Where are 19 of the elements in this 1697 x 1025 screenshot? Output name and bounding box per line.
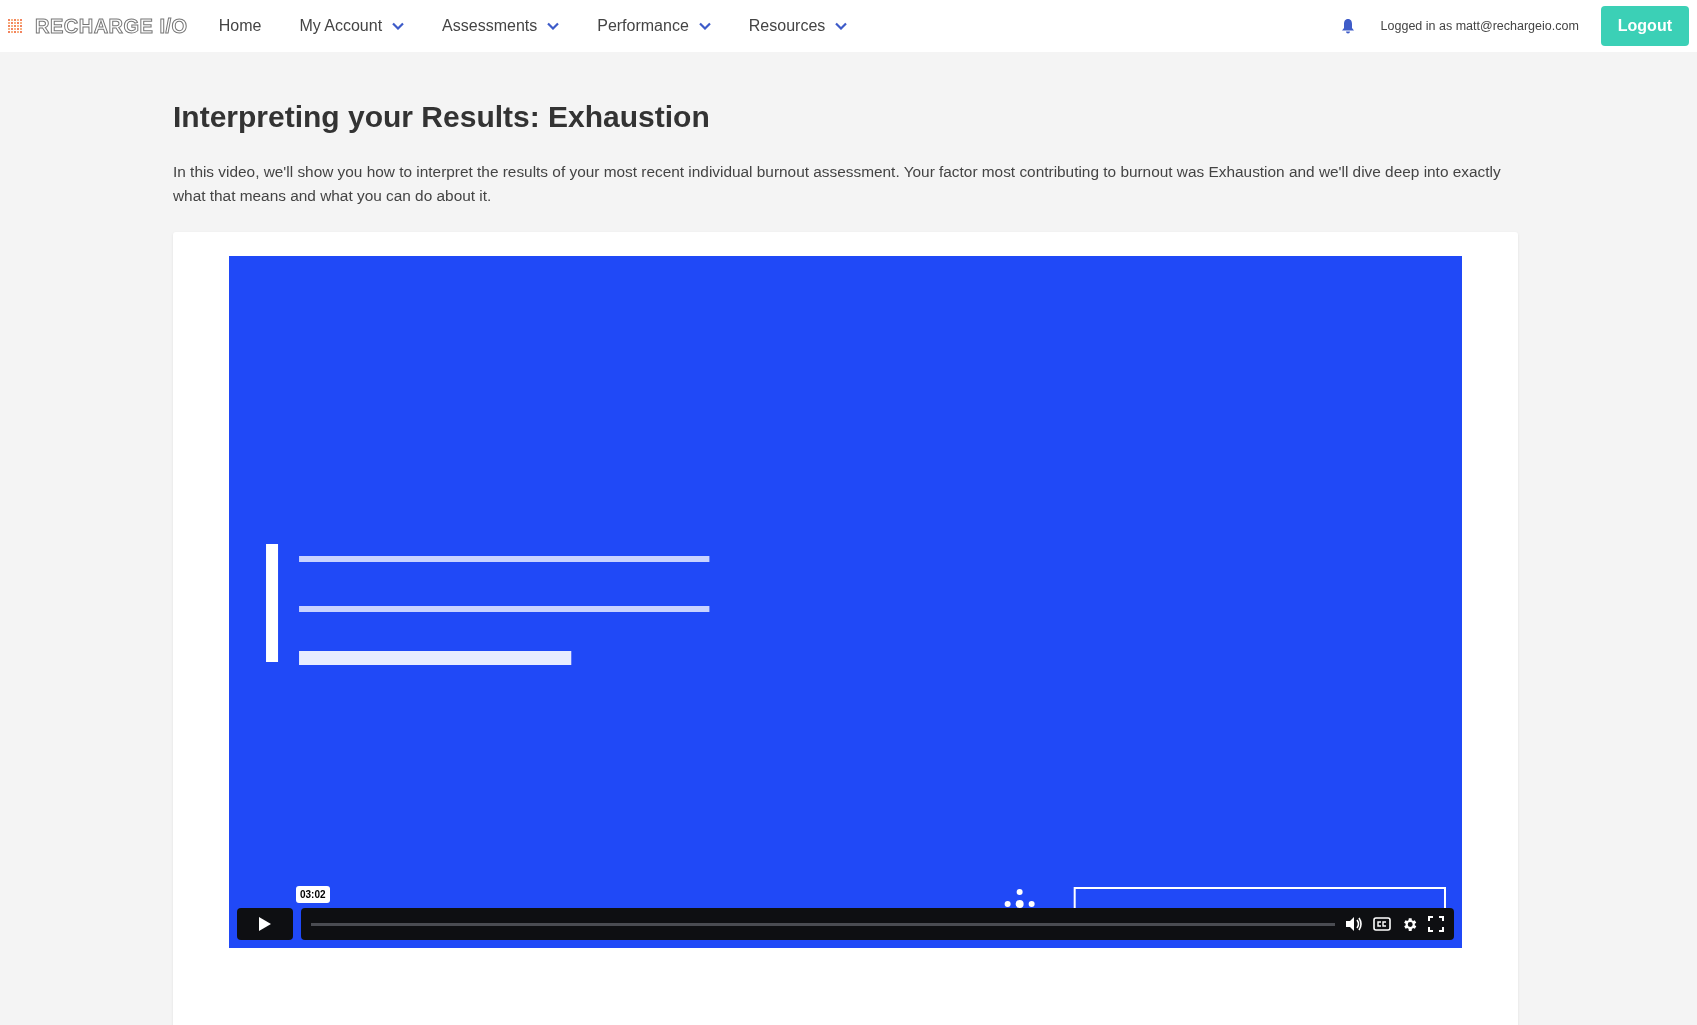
nav-item[interactable]: Performance — [576, 17, 728, 35]
settings-icon[interactable] — [1401, 915, 1418, 933]
description: In this video, we'll show you how to interpret the results of your most recent individual burnout assessment. Your factor most contributing to burnout was Exhaustion and we'll dive deep into exactly what that means and what you can do about it. — [173, 162, 1502, 206]
play-button[interactable] — [237, 908, 293, 940]
nav-item[interactable]: My Account — [278, 17, 422, 35]
time-tooltip: 03:02 — [296, 886, 330, 903]
nav-item[interactable]: Home — [197, 17, 279, 35]
bell-icon[interactable] — [1340, 18, 1355, 34]
logo[interactable]: RECHARGE I/O — [35, 14, 188, 38]
page-title: Interpreting your Results: Exhaustion — [173, 100, 711, 134]
progress-track[interactable] — [311, 922, 1335, 926]
nav-item[interactable]: Assessments — [421, 17, 577, 35]
user-label: Logged in as matt@rechargeio.com — [1380, 19, 1579, 33]
volume-icon[interactable] — [1345, 916, 1363, 932]
fullscreen-icon[interactable] — [1428, 916, 1444, 932]
captions-icon[interactable] — [1373, 917, 1391, 931]
play-icon — [258, 916, 272, 932]
logo-icon — [7, 18, 23, 34]
nav-item[interactable]: Resources — [727, 17, 865, 35]
